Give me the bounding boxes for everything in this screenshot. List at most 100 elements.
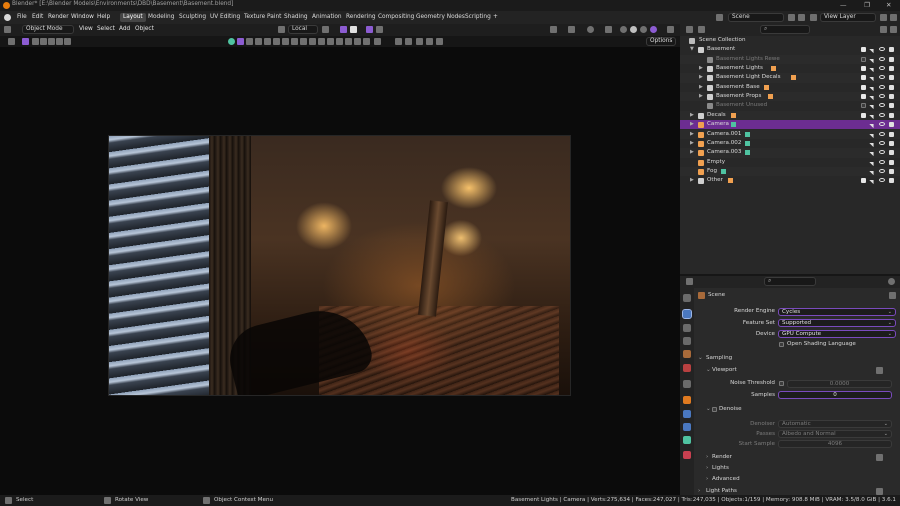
- filter-pointcloud-icon[interactable]: [374, 38, 381, 45]
- exclude-checkbox[interactable]: [861, 56, 866, 62]
- snap-icon[interactable]: [340, 26, 347, 33]
- filter-curve-icon[interactable]: [246, 38, 253, 45]
- camera-data-icon[interactable]: [745, 131, 750, 137]
- menu-help[interactable]: Help: [97, 14, 110, 20]
- pin-icon[interactable]: [889, 292, 896, 299]
- outliner-row[interactable]: ▶ Other: [680, 176, 900, 185]
- mesh-icon[interactable]: [731, 112, 737, 118]
- expand-right-icon[interactable]: ▶: [690, 112, 694, 118]
- outliner-search-input[interactable]: ⌕: [760, 25, 810, 34]
- selectable-arrow-icon[interactable]: [869, 84, 876, 91]
- select-mode-intersect-icon[interactable]: [64, 38, 71, 45]
- presets-list-icon[interactable]: [876, 488, 883, 495]
- eye-icon[interactable]: [879, 47, 885, 52]
- expand-right-icon[interactable]: ▶: [690, 140, 694, 146]
- mesh-icon[interactable]: [767, 94, 773, 100]
- add-workspace-button[interactable]: +: [490, 13, 501, 22]
- device-dropdown[interactable]: GPU Compute ⌄: [778, 330, 896, 338]
- expand-right-icon[interactable]: ▶: [690, 177, 694, 183]
- select-mode-invert-icon[interactable]: [56, 38, 63, 45]
- select-mode-new-icon[interactable]: [32, 38, 39, 45]
- filter-volume-icon[interactable]: [363, 38, 370, 45]
- light-paths-panel-header[interactable]: Light Paths: [706, 488, 737, 494]
- filter-options-icon[interactable]: [436, 38, 443, 45]
- eye-icon[interactable]: [879, 159, 885, 164]
- eye-icon[interactable]: [879, 84, 885, 89]
- outliner-row[interactable]: ▶ Basement Base: [680, 83, 900, 92]
- selectable-arrow-icon[interactable]: [869, 112, 876, 119]
- options-dropdown[interactable]: Options: [646, 37, 676, 46]
- physics-tab-icon[interactable]: [683, 410, 691, 418]
- render-camera-icon[interactable]: [889, 140, 894, 146]
- render-camera-icon[interactable]: [889, 112, 894, 118]
- selectable-arrow-icon[interactable]: [869, 65, 876, 73]
- maximize-button[interactable]: ❐: [864, 1, 870, 9]
- eye-icon[interactable]: [879, 94, 885, 99]
- outliner-row[interactable]: ▶ Camera: [680, 120, 900, 130]
- render-camera-icon[interactable]: [889, 131, 894, 137]
- render-camera-icon[interactable]: [889, 56, 894, 62]
- presets-list-icon[interactable]: [876, 454, 883, 461]
- outliner-row[interactable]: Empty: [680, 158, 900, 167]
- selectable-arrow-icon[interactable]: [869, 121, 876, 129]
- outliner-row[interactable]: ▶ Decals: [680, 110, 900, 121]
- workspace-tab-compositing[interactable]: Compositing: [375, 13, 417, 22]
- start-sample-field[interactable]: 4096: [778, 440, 892, 448]
- workspace-tab-scripting[interactable]: Scripting: [462, 13, 494, 22]
- menu-view[interactable]: View: [79, 26, 93, 32]
- gizmo-icon[interactable]: [568, 26, 575, 33]
- sampling-panel-header[interactable]: Sampling: [706, 355, 732, 361]
- constraints-tab-icon[interactable]: [683, 423, 691, 431]
- render-camera-icon[interactable]: [889, 75, 894, 81]
- scene-selector-icon[interactable]: [716, 14, 723, 21]
- exclude-checkbox[interactable]: [861, 66, 866, 72]
- render-camera-icon[interactable]: [889, 150, 894, 156]
- eye-icon[interactable]: [879, 75, 885, 80]
- workspace-tab-modeling[interactable]: Modeling: [145, 13, 177, 22]
- camera-data-icon[interactable]: [745, 140, 750, 146]
- filter-lattice-icon[interactable]: [354, 38, 361, 45]
- outliner-editor-type-icon[interactable]: [686, 26, 693, 33]
- selectable-arrow-icon[interactable]: [869, 178, 876, 185]
- exclude-checkbox[interactable]: [861, 103, 866, 109]
- denoiser-dropdown[interactable]: Automatic ⌄: [778, 420, 892, 428]
- render-engine-dropdown[interactable]: Cycles ⌄: [778, 308, 896, 316]
- outliner-row[interactable]: Fog: [680, 166, 900, 177]
- outliner-row[interactable]: ▶ Basement Props: [680, 92, 900, 102]
- funnel-icon[interactable]: [426, 38, 433, 45]
- filter-speaker-icon[interactable]: [309, 38, 316, 45]
- view-layer-tab-icon[interactable]: [683, 337, 691, 345]
- blender-menu-icon[interactable]: [4, 14, 11, 21]
- render-camera-icon[interactable]: [889, 94, 894, 100]
- filter-text-icon[interactable]: [273, 38, 280, 45]
- 3d-viewport[interactable]: [0, 47, 680, 495]
- cursor-tool-icon[interactable]: [8, 38, 15, 45]
- outliner-row[interactable]: ▶ Basement Light Decals: [680, 73, 900, 83]
- visibility-icon[interactable]: [550, 26, 557, 33]
- render-camera-icon[interactable]: [889, 47, 894, 53]
- lights-subpanel-header[interactable]: Lights: [712, 465, 729, 471]
- filter-grease-pencil-icon[interactable]: [327, 38, 334, 45]
- eye-icon[interactable]: [879, 122, 885, 127]
- eye-icon[interactable]: [879, 150, 885, 155]
- menu-edit[interactable]: Edit: [32, 14, 43, 20]
- transform-orientation-dropdown[interactable]: Local: [288, 25, 318, 34]
- filter-force-icon[interactable]: [318, 38, 325, 45]
- world-tab-icon[interactable]: [683, 364, 691, 372]
- mesh-icon[interactable]: [764, 84, 770, 90]
- editor-type-icon[interactable]: [4, 26, 11, 33]
- properties-editor-type-icon[interactable]: [686, 278, 693, 285]
- eye-icon[interactable]: [879, 112, 885, 117]
- properties-search-input[interactable]: ⌕: [764, 277, 816, 286]
- menu-window[interactable]: Window: [71, 14, 94, 20]
- minimize-button[interactable]: —: [840, 1, 847, 9]
- overlay-icon[interactable]: [587, 26, 594, 33]
- new-scene-icon[interactable]: [788, 14, 795, 21]
- filter-lightprobe-icon[interactable]: [336, 38, 343, 45]
- wireframe-shading-icon[interactable]: [620, 26, 627, 33]
- eye-icon[interactable]: [879, 131, 885, 136]
- snap-target-icon[interactable]: [350, 26, 357, 33]
- filter-surface-icon[interactable]: [255, 38, 262, 45]
- render-tab-icon[interactable]: [682, 309, 692, 319]
- filter-selectable-icon[interactable]: [405, 38, 412, 45]
